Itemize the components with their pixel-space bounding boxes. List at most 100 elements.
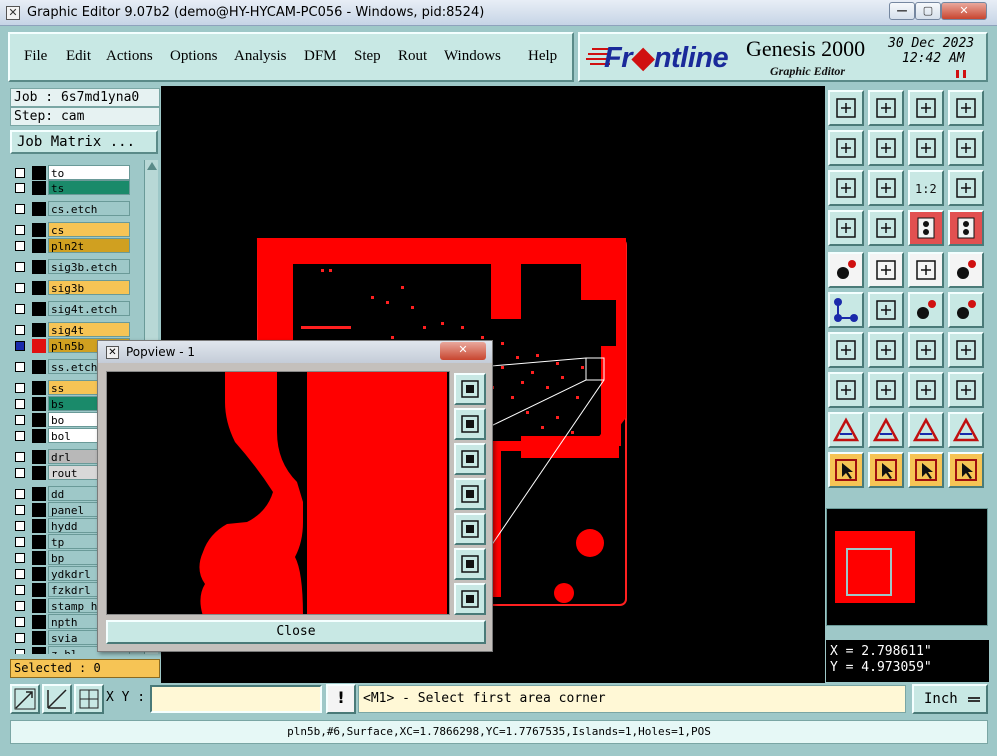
job-matrix-button[interactable]: Job Matrix ... bbox=[10, 130, 158, 154]
layer-checkbox[interactable] bbox=[15, 325, 25, 335]
window-fit-button[interactable] bbox=[948, 90, 984, 126]
popview-close-button[interactable]: Close bbox=[106, 620, 486, 644]
layer-checkbox[interactable] bbox=[15, 225, 25, 235]
layer-checkbox[interactable] bbox=[15, 431, 25, 441]
menu-options[interactable]: Options bbox=[170, 48, 218, 65]
layer-color-swatch[interactable] bbox=[32, 397, 46, 411]
angle-mode-button[interactable] bbox=[42, 684, 72, 714]
layer-checkbox[interactable] bbox=[15, 468, 25, 478]
layer-checkbox[interactable] bbox=[15, 585, 25, 595]
layer-color-swatch[interactable] bbox=[32, 323, 46, 337]
edit-line-button[interactable] bbox=[868, 332, 904, 368]
layer-color-swatch[interactable] bbox=[32, 202, 46, 216]
layer-color-swatch[interactable] bbox=[32, 360, 46, 374]
pv-pan-down-button[interactable] bbox=[454, 443, 486, 475]
save-button[interactable] bbox=[868, 90, 904, 126]
pan-left-button[interactable] bbox=[828, 130, 864, 166]
layer-color-swatch[interactable] bbox=[32, 466, 46, 480]
menu-dfm[interactable]: DFM bbox=[304, 48, 337, 65]
layer-name[interactable]: cs bbox=[48, 222, 130, 237]
layer-checkbox[interactable] bbox=[15, 569, 25, 579]
layer-checkbox[interactable] bbox=[15, 283, 25, 293]
layer-color-swatch[interactable] bbox=[32, 339, 46, 353]
menu-help[interactable]: Help bbox=[528, 48, 557, 65]
pv-zoom-in-button[interactable] bbox=[454, 583, 486, 615]
layer-checkbox[interactable] bbox=[15, 649, 25, 654]
layer-color-swatch[interactable] bbox=[32, 239, 46, 253]
layer-name[interactable]: cs.etch bbox=[48, 201, 130, 216]
move-pad2-button[interactable] bbox=[948, 292, 984, 328]
triangle-up-button[interactable] bbox=[908, 412, 944, 448]
layer-color-swatch[interactable] bbox=[32, 429, 46, 443]
grid-mode-button[interactable] bbox=[74, 684, 104, 714]
pv-zoom-out-button[interactable] bbox=[454, 548, 486, 580]
rotate-button[interactable] bbox=[908, 332, 944, 368]
add-line-button[interactable] bbox=[828, 332, 864, 368]
select-pad-button[interactable] bbox=[828, 252, 864, 288]
pv-pan-up-button[interactable] bbox=[454, 408, 486, 440]
layer-color-swatch[interactable] bbox=[32, 260, 46, 274]
menu-edit[interactable]: Edit bbox=[66, 48, 91, 65]
layer-color-swatch[interactable] bbox=[32, 181, 46, 195]
layers-red-button[interactable] bbox=[908, 210, 944, 246]
layer-color-swatch[interactable] bbox=[32, 487, 46, 501]
xy-input[interactable] bbox=[150, 685, 322, 713]
copy-pad-button[interactable] bbox=[828, 372, 864, 408]
layer-row-cs[interactable]: cs bbox=[12, 222, 132, 237]
layer-color-swatch[interactable] bbox=[32, 166, 46, 180]
snap-mode-button[interactable] bbox=[10, 684, 40, 714]
layer-checkbox[interactable] bbox=[15, 452, 25, 462]
layer-name[interactable]: sig3b bbox=[48, 280, 130, 295]
layer-row-pln2t[interactable]: pln2t bbox=[12, 238, 132, 253]
warning-button[interactable]: ! bbox=[326, 684, 356, 714]
layer-checkbox[interactable] bbox=[15, 341, 25, 351]
layer-color-swatch[interactable] bbox=[32, 631, 46, 645]
layer-color-swatch[interactable] bbox=[32, 583, 46, 597]
open-step-button[interactable] bbox=[828, 90, 864, 126]
layer-checkbox[interactable] bbox=[15, 489, 25, 499]
layer-checkbox[interactable] bbox=[15, 505, 25, 515]
scale-button[interactable]: 1:2 bbox=[908, 170, 944, 206]
layer-color-swatch[interactable] bbox=[32, 567, 46, 581]
settings-button[interactable] bbox=[828, 210, 864, 246]
route-button[interactable] bbox=[948, 452, 984, 488]
scroll-up-icon[interactable] bbox=[147, 162, 157, 170]
layer-checkbox[interactable] bbox=[15, 399, 25, 409]
pv-pan-left-button[interactable] bbox=[454, 478, 486, 510]
maximize-button[interactable]: ▢ bbox=[915, 2, 941, 20]
layer-name[interactable]: sig4t.etch bbox=[48, 301, 130, 316]
layer-checkbox[interactable] bbox=[15, 415, 25, 425]
menu-analysis[interactable]: Analysis bbox=[234, 48, 287, 65]
layer-checkbox[interactable] bbox=[15, 168, 25, 178]
menu-windows[interactable]: Windows bbox=[444, 48, 501, 65]
pointer-box-button[interactable] bbox=[868, 452, 904, 488]
move-pad-button[interactable] bbox=[908, 292, 944, 328]
pv-pan-right-button[interactable] bbox=[454, 513, 486, 545]
layer-color-swatch[interactable] bbox=[32, 503, 46, 517]
record-button[interactable] bbox=[948, 252, 984, 288]
layer-checkbox[interactable] bbox=[15, 362, 25, 372]
pointer-button[interactable] bbox=[828, 452, 864, 488]
layer-color-swatch[interactable] bbox=[32, 519, 46, 533]
layer-checkbox[interactable] bbox=[15, 633, 25, 643]
layer-checkbox[interactable] bbox=[15, 617, 25, 627]
layer-name[interactable]: to bbox=[48, 165, 130, 180]
triangle-button[interactable] bbox=[828, 412, 864, 448]
menu-rout[interactable]: Rout bbox=[398, 48, 427, 65]
resize-button[interactable] bbox=[868, 372, 904, 408]
ruler-button[interactable] bbox=[908, 252, 944, 288]
menu-file[interactable]: File bbox=[24, 48, 47, 65]
popview-canvas[interactable] bbox=[106, 371, 450, 615]
layer-row-to[interactable]: to bbox=[12, 165, 132, 180]
layer-checkbox[interactable] bbox=[15, 204, 25, 214]
measure-button[interactable] bbox=[948, 130, 984, 166]
layer-color-swatch[interactable] bbox=[32, 381, 46, 395]
menu-actions[interactable]: Actions bbox=[106, 48, 153, 65]
triangle-x-button[interactable] bbox=[948, 412, 984, 448]
close-window-button[interactable]: ✕ bbox=[941, 2, 987, 20]
snap-pad-button[interactable] bbox=[868, 210, 904, 246]
layer-color-swatch[interactable] bbox=[32, 281, 46, 295]
pan-right-button[interactable] bbox=[868, 130, 904, 166]
layer-name[interactable]: pln2t bbox=[48, 238, 130, 253]
mirror-button[interactable] bbox=[948, 332, 984, 368]
